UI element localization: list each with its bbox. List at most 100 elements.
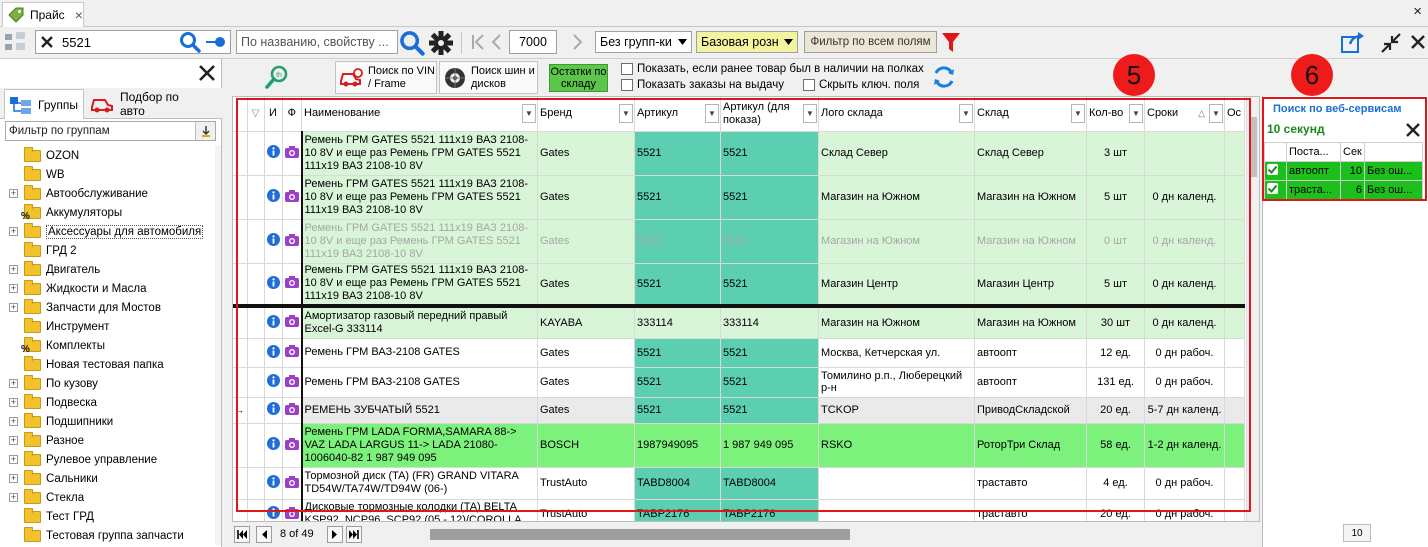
- next-page-icon[interactable]: [572, 33, 584, 51]
- tree-item[interactable]: % Аккумуляторы: [0, 203, 222, 222]
- folder-icon: [24, 241, 41, 257]
- tree-item-label: Подвеска: [46, 396, 97, 409]
- filter-all-fields-button[interactable]: Фильтр по всем полям: [804, 31, 937, 53]
- sort-icon[interactable]: [195, 122, 215, 140]
- tree-item[interactable]: + Автообслуживание: [0, 184, 222, 203]
- tab-groups[interactable]: Группы: [4, 89, 84, 119]
- tree-item[interactable]: % Комплекты: [0, 336, 222, 355]
- search-icon[interactable]: [179, 31, 201, 53]
- annotation-badge-6: 6: [1291, 54, 1333, 96]
- quick-search-input[interactable]: 5521: [62, 35, 179, 50]
- folder-icon: [24, 374, 41, 390]
- tires-search-button[interactable]: Поиск шин и дисков: [439, 61, 538, 94]
- toolbar-divider: [461, 32, 462, 54]
- expand-icon[interactable]: +: [9, 436, 18, 445]
- tree-item[interactable]: + Запчасти для Мостов: [0, 298, 222, 317]
- tree-item[interactable]: + Сальники: [0, 469, 222, 488]
- tree-item[interactable]: Новая тестовая папка: [0, 355, 222, 374]
- group-filter-input[interactable]: Фильтр по группам: [6, 125, 195, 137]
- search-toolbar: th Поиск по VIN / Frame Поиск шин и диск…: [222, 59, 1428, 96]
- first-page-icon[interactable]: [471, 33, 485, 51]
- toggle-switch-icon[interactable]: [204, 36, 226, 48]
- settings-gear-icon[interactable]: [428, 30, 454, 56]
- tree-toggle-icon[interactable]: [4, 31, 28, 53]
- tree-item-label: Тестовая группа запчасти: [46, 529, 184, 542]
- horizontal-scroll-thumb[interactable]: [430, 529, 850, 540]
- collapse-icon[interactable]: [1380, 32, 1402, 54]
- price-type-select[interactable]: Базовая розн: [696, 31, 798, 53]
- expand-icon[interactable]: +: [9, 379, 18, 388]
- vin-search-label: Поиск по VIN / Frame: [368, 64, 436, 90]
- tree-item[interactable]: Тестовая группа запчасти: [0, 526, 222, 545]
- funnel-filter-icon[interactable]: [941, 31, 961, 55]
- pager: 8 of 49: [232, 523, 1260, 547]
- tree-item[interactable]: + Двигатель: [0, 260, 222, 279]
- folder-icon: [24, 355, 41, 371]
- prev-page-icon[interactable]: [490, 33, 502, 51]
- checkbox-box: [621, 63, 633, 75]
- tree-item[interactable]: + Жидкости и Масла: [0, 279, 222, 298]
- tree-item-label: Разное: [46, 434, 84, 447]
- export-icon[interactable]: [1340, 30, 1366, 54]
- clear-search-icon[interactable]: [40, 35, 54, 49]
- expand-icon[interactable]: +: [9, 417, 18, 426]
- pager-next-icon[interactable]: [327, 526, 343, 543]
- hide-key-fields-checkbox[interactable]: Скрыть ключ. поля: [803, 79, 919, 91]
- tree-item[interactable]: Тест ГРД: [0, 507, 222, 526]
- name-search-icon[interactable]: [399, 30, 425, 56]
- expand-icon[interactable]: +: [9, 284, 18, 293]
- expand-icon[interactable]: +: [9, 227, 18, 236]
- pager-last-icon[interactable]: [346, 526, 362, 543]
- car-search-icon: [90, 94, 116, 114]
- tree-item[interactable]: + Подшипники: [0, 412, 222, 431]
- pager-first-icon[interactable]: [234, 526, 250, 543]
- expand-icon[interactable]: +: [9, 189, 18, 198]
- close-panel-icon[interactable]: [198, 64, 216, 82]
- name-search-input[interactable]: По названию, свойству ...: [236, 30, 398, 54]
- group-mode-value: Без групп-ки: [600, 35, 672, 49]
- expand-icon[interactable]: +: [9, 474, 18, 483]
- tree-item[interactable]: Инструмент: [0, 317, 222, 336]
- expand-icon[interactable]: +: [9, 398, 18, 407]
- tree-item[interactable]: + Разное: [0, 431, 222, 450]
- tree-item-label: Рулевое управление: [46, 453, 158, 466]
- price-tag-icon: [8, 7, 24, 23]
- vin-search-button[interactable]: Поиск по VIN / Frame: [335, 61, 437, 94]
- tree-item-label: По кузову: [46, 377, 98, 390]
- folder-icon: [24, 507, 41, 523]
- stock-by-warehouse-button[interactable]: Остатки по складу: [549, 64, 608, 92]
- tree-item[interactable]: + Подвеска: [0, 393, 222, 412]
- scroll-thumb[interactable]: [1250, 117, 1257, 177]
- close-icon[interactable]: [1410, 34, 1426, 50]
- green-search-icon[interactable]: th: [264, 64, 290, 90]
- pager-prev-icon[interactable]: [256, 526, 272, 543]
- expand-icon[interactable]: +: [9, 493, 18, 502]
- expand-icon[interactable]: +: [9, 455, 18, 464]
- tree-item[interactable]: WB: [0, 165, 222, 184]
- expand-icon[interactable]: +: [9, 265, 18, 274]
- tab-price[interactable]: Прайс ×: [2, 2, 84, 27]
- tab-close-icon[interactable]: ×: [75, 7, 83, 23]
- tree-item[interactable]: + Стекла: [0, 488, 222, 507]
- tab-auto-select[interactable]: Подбор по авто: [86, 89, 204, 119]
- tree-item[interactable]: + Аксессуары для автомобиля: [0, 222, 222, 241]
- folder-icon: [24, 412, 41, 428]
- expand-icon[interactable]: +: [9, 303, 18, 312]
- discount-folder-icon: %: [21, 336, 41, 355]
- group-mode-select[interactable]: Без групп-ки: [595, 31, 692, 53]
- tree-item[interactable]: + По кузову: [0, 374, 222, 393]
- prev-stock-checkbox[interactable]: Показать, если ранее товар был в наличии…: [621, 63, 924, 75]
- folder-icon: [24, 450, 41, 466]
- tree-item[interactable]: OZON: [0, 146, 222, 165]
- window-close-icon[interactable]: ×: [1413, 3, 1422, 20]
- page-size-input[interactable]: 7000: [509, 30, 557, 54]
- refresh-icon[interactable]: [931, 64, 957, 90]
- tree-item-label: Комплекты: [46, 339, 106, 352]
- tree-item[interactable]: ГРД 2: [0, 241, 222, 260]
- orders-checkbox[interactable]: Показать заказы на выдачу: [621, 79, 784, 91]
- tree-scrollbar[interactable]: [215, 145, 221, 545]
- chevron-down-icon: [678, 39, 687, 45]
- tree-item-label: WB: [46, 168, 65, 181]
- tree-item[interactable]: + Рулевое управление: [0, 450, 222, 469]
- price-type-value: Базовая розн: [701, 35, 779, 49]
